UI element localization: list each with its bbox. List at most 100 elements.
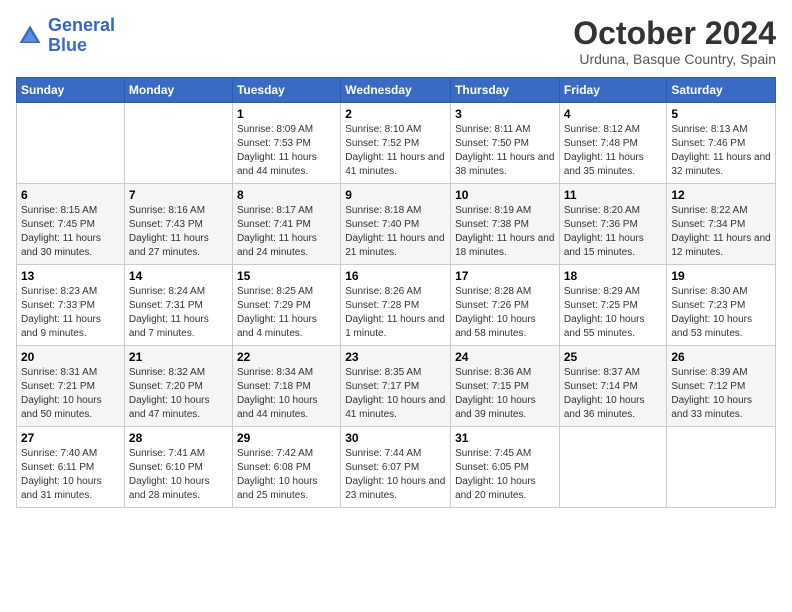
day-detail: Sunrise: 7:45 AMSunset: 6:05 PMDaylight:… — [455, 447, 555, 503]
header: General Blue October 2024 Urduna, Basque… — [16, 16, 776, 67]
day-detail: Sunrise: 8:25 AMSunset: 7:29 PMDaylight:… — [237, 285, 336, 341]
calendar-cell: 20Sunrise: 8:31 AMSunset: 7:21 PMDayligh… — [17, 346, 125, 427]
day-detail: Sunrise: 8:11 AMSunset: 7:50 PMDaylight:… — [455, 123, 555, 179]
day-number: 1 — [237, 107, 336, 121]
week-row-5: 27 Sunrise: 7:40 AMSunset: 6:11 PMDayligh… — [17, 427, 776, 508]
day-number: 11 — [564, 188, 663, 202]
day-detail: Sunrise: 8:15 AMSunset: 7:45 PMDaylight:… — [21, 204, 120, 260]
day-detail: Sunrise: 8:19 AMSunset: 7:38 PMDaylight:… — [455, 204, 555, 260]
day-detail: Sunrise: 8:20 AMSunset: 7:36 PMDaylight:… — [564, 204, 663, 260]
day-number: 15 — [237, 269, 336, 283]
calendar-cell: 21Sunrise: 8:32 AMSunset: 7:20 PMDayligh… — [124, 346, 232, 427]
day-detail: Sunrise: 7:42 AMSunset: 6:08 PMDaylight:… — [237, 447, 336, 503]
day-number: 30 — [345, 431, 446, 445]
calendar-cell: 6Sunrise: 8:15 AMSunset: 7:45 PMDaylight… — [17, 184, 125, 265]
logo-icon — [16, 22, 44, 50]
calendar-cell: 1 Sunrise: 8:09 AMSunset: 7:53 PMDaylight… — [232, 103, 340, 184]
calendar-cell — [124, 103, 232, 184]
calendar-cell: 27 Sunrise: 7:40 AMSunset: 6:11 PMDayligh… — [17, 427, 125, 508]
day-detail: Sunrise: 8:26 AMSunset: 7:28 PMDaylight:… — [345, 285, 446, 341]
calendar-cell: 8 Sunrise: 8:17 AMSunset: 7:41 PMDaylight… — [232, 184, 340, 265]
day-number: 27 — [21, 431, 120, 445]
logo-blue: Blue — [48, 35, 87, 55]
calendar-cell: 13Sunrise: 8:23 AMSunset: 7:33 PMDayligh… — [17, 265, 125, 346]
day-detail: Sunrise: 8:10 AMSunset: 7:52 PMDaylight:… — [345, 123, 446, 179]
calendar-cell: 23 Sunrise: 8:35 AMSunset: 7:17 PMDayligh… — [341, 346, 451, 427]
day-detail: Sunrise: 8:29 AMSunset: 7:25 PMDaylight:… — [564, 285, 663, 341]
calendar-cell: 30Sunrise: 7:44 AMSunset: 6:07 PMDayligh… — [341, 427, 451, 508]
day-number: 18 — [564, 269, 663, 283]
day-detail: Sunrise: 8:13 AMSunset: 7:46 PMDaylight:… — [671, 123, 771, 179]
calendar-cell: 2 Sunrise: 8:10 AMSunset: 7:52 PMDaylight… — [341, 103, 451, 184]
day-detail: Sunrise: 8:31 AMSunset: 7:21 PMDaylight:… — [21, 366, 120, 422]
calendar-cell: 15 Sunrise: 8:25 AMSunset: 7:29 PMDayligh… — [232, 265, 340, 346]
col-thursday: Thursday — [451, 78, 560, 103]
col-saturday: Saturday — [667, 78, 776, 103]
day-number: 9 — [345, 188, 446, 202]
calendar-cell: 29 Sunrise: 7:42 AMSunset: 6:08 PMDayligh… — [232, 427, 340, 508]
day-detail: Sunrise: 7:40 AMSunset: 6:11 PMDaylight:… — [21, 447, 120, 503]
page-container: General Blue October 2024 Urduna, Basque… — [0, 0, 792, 518]
day-number: 28 — [129, 431, 228, 445]
day-detail: Sunrise: 8:36 AMSunset: 7:15 PMDaylight:… — [455, 366, 555, 422]
calendar-cell: 7 Sunrise: 8:16 AMSunset: 7:43 PMDaylight… — [124, 184, 232, 265]
day-number: 26 — [671, 350, 771, 364]
calendar-cell: 28 Sunrise: 7:41 AMSunset: 6:10 PMDayligh… — [124, 427, 232, 508]
day-detail: Sunrise: 7:41 AMSunset: 6:10 PMDaylight:… — [129, 447, 228, 503]
day-number: 31 — [455, 431, 555, 445]
day-number: 4 — [564, 107, 663, 121]
day-number: 17 — [455, 269, 555, 283]
day-number: 7 — [129, 188, 228, 202]
header-row: Sunday Monday Tuesday Wednesday Thursday… — [17, 78, 776, 103]
calendar-cell — [559, 427, 667, 508]
calendar-cell: 22Sunrise: 8:34 AMSunset: 7:18 PMDayligh… — [232, 346, 340, 427]
day-detail: Sunrise: 8:18 AMSunset: 7:40 PMDaylight:… — [345, 204, 446, 260]
day-number: 23 — [345, 350, 446, 364]
calendar-table: Sunday Monday Tuesday Wednesday Thursday… — [16, 77, 776, 508]
day-detail: Sunrise: 8:35 AMSunset: 7:17 PMDaylight:… — [345, 366, 446, 422]
title-area: October 2024 Urduna, Basque Country, Spa… — [573, 16, 776, 67]
calendar-cell: 12Sunrise: 8:22 AMSunset: 7:34 PMDayligh… — [667, 184, 776, 265]
calendar-cell: 19 Sunrise: 8:30 AMSunset: 7:23 PMDayligh… — [667, 265, 776, 346]
day-number: 13 — [21, 269, 120, 283]
calendar-cell: 18 Sunrise: 8:29 AMSunset: 7:25 PMDayligh… — [559, 265, 667, 346]
calendar-cell: 25Sunrise: 8:37 AMSunset: 7:14 PMDayligh… — [559, 346, 667, 427]
calendar-cell: 3Sunrise: 8:11 AMSunset: 7:50 PMDaylight… — [451, 103, 560, 184]
day-number: 24 — [455, 350, 555, 364]
week-row-4: 20Sunrise: 8:31 AMSunset: 7:21 PMDayligh… — [17, 346, 776, 427]
day-detail: Sunrise: 8:32 AMSunset: 7:20 PMDaylight:… — [129, 366, 228, 422]
day-detail: Sunrise: 8:17 AMSunset: 7:41 PMDaylight:… — [237, 204, 336, 260]
calendar-cell: 11 Sunrise: 8:20 AMSunset: 7:36 PMDayligh… — [559, 184, 667, 265]
calendar-cell: 26Sunrise: 8:39 AMSunset: 7:12 PMDayligh… — [667, 346, 776, 427]
day-number: 2 — [345, 107, 446, 121]
logo-general: General — [48, 15, 115, 35]
col-tuesday: Tuesday — [232, 78, 340, 103]
week-row-1: 1 Sunrise: 8:09 AMSunset: 7:53 PMDaylight… — [17, 103, 776, 184]
calendar-cell: 10Sunrise: 8:19 AMSunset: 7:38 PMDayligh… — [451, 184, 560, 265]
week-row-2: 6Sunrise: 8:15 AMSunset: 7:45 PMDaylight… — [17, 184, 776, 265]
day-detail: Sunrise: 8:22 AMSunset: 7:34 PMDaylight:… — [671, 204, 771, 260]
col-sunday: Sunday — [17, 78, 125, 103]
day-detail: Sunrise: 8:34 AMSunset: 7:18 PMDaylight:… — [237, 366, 336, 422]
day-number: 16 — [345, 269, 446, 283]
day-detail: Sunrise: 8:12 AMSunset: 7:48 PMDaylight:… — [564, 123, 663, 179]
day-number: 29 — [237, 431, 336, 445]
day-number: 19 — [671, 269, 771, 283]
calendar-cell — [667, 427, 776, 508]
col-wednesday: Wednesday — [341, 78, 451, 103]
calendar-cell: 4 Sunrise: 8:12 AMSunset: 7:48 PMDaylight… — [559, 103, 667, 184]
day-detail: Sunrise: 8:30 AMSunset: 7:23 PMDaylight:… — [671, 285, 771, 341]
location: Urduna, Basque Country, Spain — [573, 51, 776, 67]
day-number: 8 — [237, 188, 336, 202]
day-detail: Sunrise: 8:24 AMSunset: 7:31 PMDaylight:… — [129, 285, 228, 341]
calendar-cell: 17Sunrise: 8:28 AMSunset: 7:26 PMDayligh… — [451, 265, 560, 346]
calendar-cell: 5 Sunrise: 8:13 AMSunset: 7:46 PMDaylight… — [667, 103, 776, 184]
day-number: 5 — [671, 107, 771, 121]
month-title: October 2024 — [573, 16, 776, 51]
calendar-cell: 14Sunrise: 8:24 AMSunset: 7:31 PMDayligh… — [124, 265, 232, 346]
day-detail: Sunrise: 8:09 AMSunset: 7:53 PMDaylight:… — [237, 123, 336, 179]
day-detail: Sunrise: 8:37 AMSunset: 7:14 PMDaylight:… — [564, 366, 663, 422]
week-row-3: 13Sunrise: 8:23 AMSunset: 7:33 PMDayligh… — [17, 265, 776, 346]
day-detail: Sunrise: 8:16 AMSunset: 7:43 PMDaylight:… — [129, 204, 228, 260]
col-friday: Friday — [559, 78, 667, 103]
